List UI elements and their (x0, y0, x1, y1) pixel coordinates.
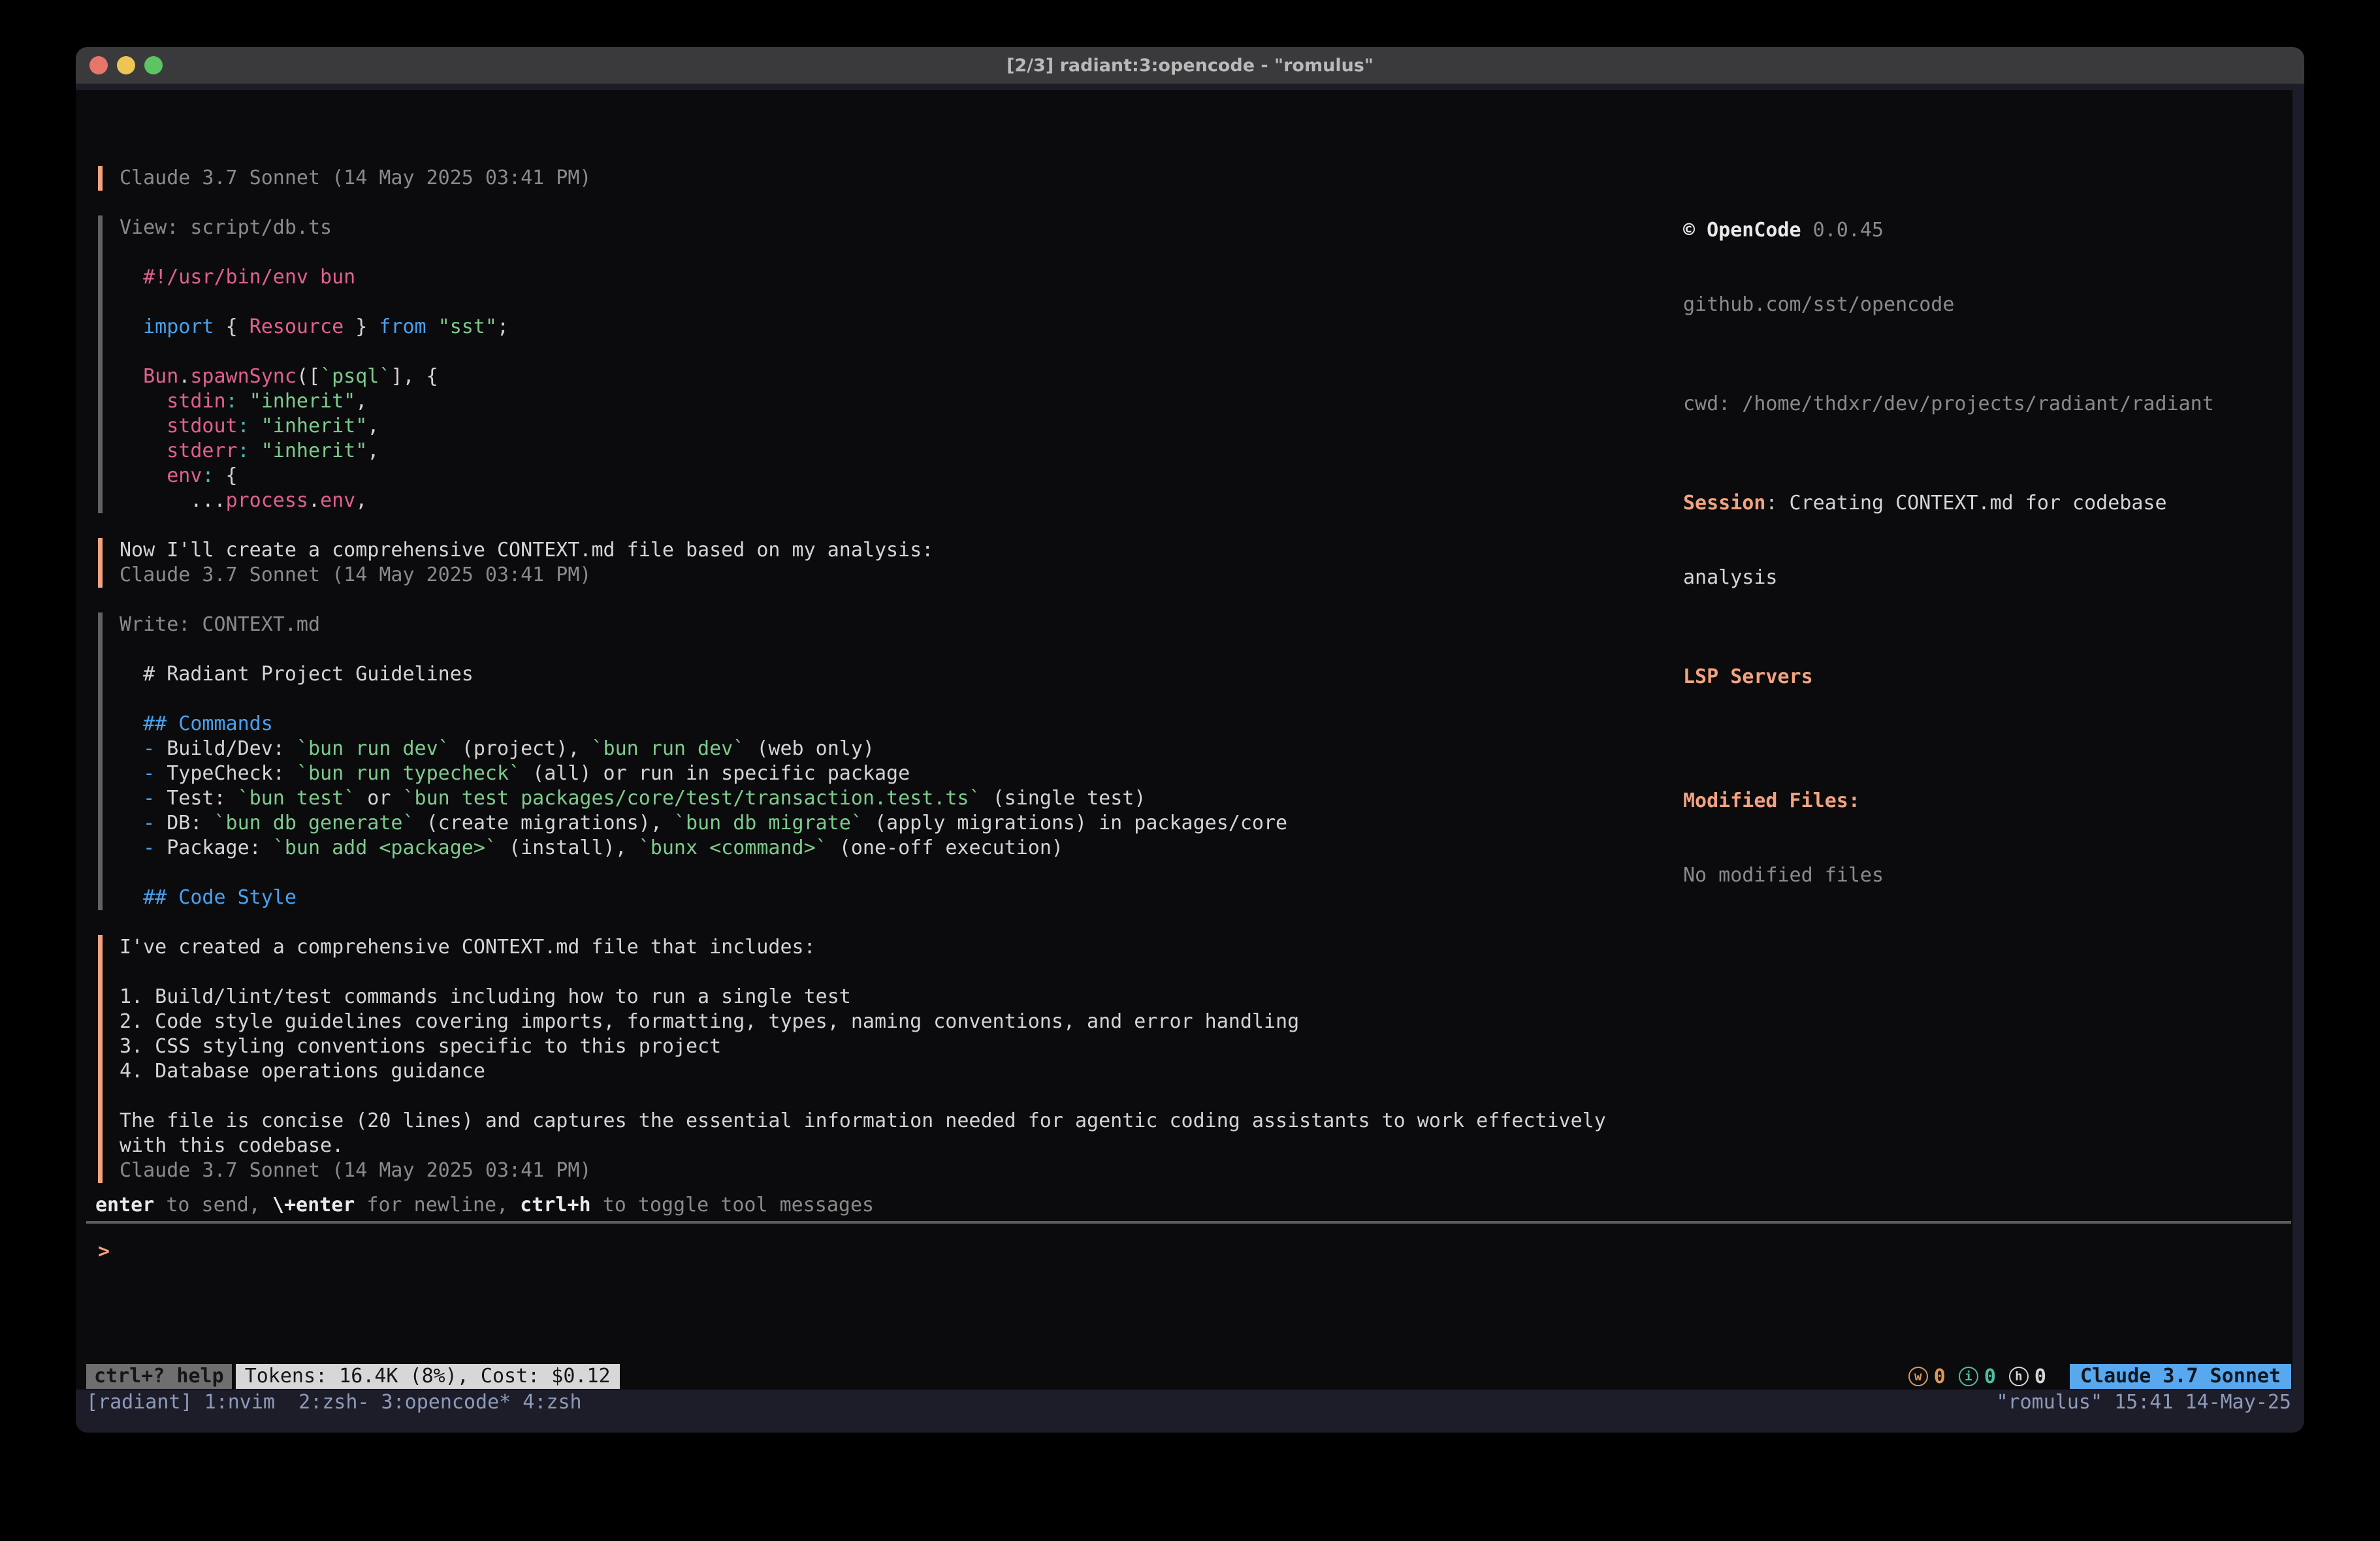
text-line (120, 290, 509, 315)
h-circle-icon: h (2009, 1367, 2029, 1386)
app-brand: © OpenCode 0.0.45 (1683, 218, 2214, 243)
message-lines: Claude 3.7 Sonnet (14 May 2025 03:41 PM) (120, 166, 591, 191)
app-name: © OpenCode (1683, 219, 1801, 242)
message-accent-bar (98, 538, 103, 588)
text-line (120, 687, 1287, 712)
assistant-summary-block: I've created a comprehensive CONTEXT.md … (98, 935, 1606, 1183)
i-circle-icon: i (1959, 1367, 1978, 1386)
tokens-cost-chip: Tokens: 16.4K (8%), Cost: $0.12 (236, 1364, 620, 1389)
text-line (120, 637, 1287, 662)
text-line: I've created a comprehensive CONTEXT.md … (120, 935, 1606, 960)
text-line: - TypeCheck: `bun run typecheck` (all) o… (120, 761, 1287, 786)
text-line: ...process.env, (120, 488, 509, 513)
text-line: 2. Code style guidelines covering import… (120, 1009, 1606, 1034)
text-line: with this codebase. (120, 1134, 1606, 1158)
tmux-status-bar: [radiant] 1:nvim 2:zsh- 3:opencode* 4:zs… (86, 1390, 2291, 1414)
text-line: Claude 3.7 Sonnet (14 May 2025 03:41 PM) (120, 563, 933, 588)
text-line: 4. Database operations guidance (120, 1059, 1606, 1084)
session-title: : Creating CONTEXT.md for codebase (1765, 492, 2166, 515)
counter-value: 0 (1984, 1365, 1996, 1388)
window-title: [2/3] radiant:3:opencode - "romulus" (1006, 56, 1374, 76)
text-line: ## Commands (120, 712, 1287, 737)
assistant-message-block: Now I'll create a comprehensive CONTEXT.… (98, 538, 1606, 588)
tool-lines: Write: CONTEXT.md # Radiant Project Guid… (120, 612, 1287, 910)
text-line: - Build/Dev: `bun run dev` (project), `b… (120, 737, 1287, 761)
status-bar: ctrl+? help Tokens: 16.4K (8%), Cost: $0… (86, 1364, 2291, 1389)
text-line: 1. Build/lint/test commands including ho… (120, 985, 1606, 1009)
prompt-input[interactable]: > (98, 1239, 2253, 1264)
text-line: stdin: "inherit", (120, 389, 509, 414)
text-line: stdout: "inherit", (120, 414, 509, 439)
cwd-line: cwd: /home/thdxr/dev/projects/radiant/ra… (1683, 392, 2214, 417)
keybind-hint: enter to send, \+enter for newline, ctrl… (95, 1193, 874, 1218)
tmux-windows-list[interactable]: [radiant] 1:nvim 2:zsh- 3:opencode* 4:zs… (86, 1391, 582, 1414)
close-button[interactable] (89, 56, 108, 74)
text-line: stderr: "inherit", (120, 439, 509, 464)
message-accent-bar (98, 166, 103, 191)
counter-value: 0 (1934, 1365, 1946, 1388)
help-chip: ctrl+? help (86, 1364, 232, 1389)
text-line (120, 861, 1287, 885)
text-line: - Test: `bun test` or `bun test packages… (120, 786, 1287, 811)
session-label: Session (1683, 492, 1765, 515)
app-version: 0.0.45 (1813, 219, 1884, 242)
tool-lines: View: script/db.ts #!/usr/bin/env bun im… (120, 215, 509, 513)
i-counter: i0 (1959, 1365, 1996, 1388)
text-line: env: { (120, 464, 509, 488)
text-line: - DB: `bun db generate` (create migratio… (120, 811, 1287, 836)
window-titlebar: [2/3] radiant:3:opencode - "romulus" (76, 47, 2304, 84)
message-accent-bar (98, 935, 103, 1183)
model-badge: Claude 3.7 Sonnet (2070, 1364, 2291, 1389)
text-line (120, 960, 1606, 985)
text-line: enter to send, \+enter for newline, ctrl… (95, 1193, 874, 1218)
w-circle-icon: w (1908, 1367, 1928, 1386)
text-line: ## Code Style (120, 885, 1287, 910)
tool-write-block: Write: CONTEXT.md # Radiant Project Guid… (98, 612, 1606, 910)
modified-files-heading: Modified Files: (1683, 789, 2214, 814)
text-line: Write: CONTEXT.md (120, 612, 1287, 637)
text-line (120, 340, 509, 364)
w-counter: w0 (1908, 1365, 1946, 1388)
message-lines: I've created a comprehensive CONTEXT.md … (120, 935, 1606, 1183)
message-lines: Now I'll create a comprehensive CONTEXT.… (120, 538, 933, 588)
text-line: - Package: `bun add <package>` (install)… (120, 836, 1287, 861)
text-line: 3. CSS styling conventions specific to t… (120, 1034, 1606, 1059)
zoom-button[interactable] (144, 56, 163, 74)
text-line: Bun.spawnSync([`psql`], { (120, 364, 509, 389)
text-line: Claude 3.7 Sonnet (14 May 2025 03:41 PM) (120, 166, 591, 191)
text-line: The file is concise (20 lines) and captu… (120, 1109, 1606, 1134)
diagnostic-counters: w0i0h0 (1908, 1365, 2046, 1388)
message-meta-block: Claude 3.7 Sonnet (14 May 2025 03:41 PM) (98, 166, 1606, 191)
tool-view-block: View: script/db.ts #!/usr/bin/env bun im… (98, 215, 1606, 513)
modified-files-empty: No modified files (1683, 863, 2214, 888)
tool-accent-bar (98, 215, 103, 513)
chat-transcript: Claude 3.7 Sonnet (14 May 2025 03:41 PM)… (98, 166, 1606, 1208)
repo-link: github.com/sst/opencode (1683, 293, 2214, 317)
text-line: Claude 3.7 Sonnet (14 May 2025 03:41 PM) (120, 1158, 1606, 1183)
sidebar: © OpenCode 0.0.45 github.com/sst/opencode… (1683, 168, 2214, 938)
text-line: View: script/db.ts (120, 215, 509, 240)
text-line (120, 1084, 1606, 1109)
session-line: Session: Creating CONTEXT.md for codebas… (1683, 491, 2214, 516)
terminal-window: [2/3] radiant:3:opencode - "romulus" Cla… (76, 47, 2304, 1433)
traffic-lights (89, 56, 163, 74)
text-line (120, 240, 509, 265)
h-counter: h0 (2009, 1365, 2046, 1388)
minimize-button[interactable] (117, 56, 135, 74)
lsp-servers-heading: LSP Servers (1683, 665, 2214, 690)
text-line: #!/usr/bin/env bun (120, 265, 509, 290)
tmux-host-clock: "romulus" 15:41 14-May-25 (1996, 1391, 2291, 1414)
text-line: import { Resource } from "sst"; (120, 315, 509, 340)
input-divider (86, 1221, 2291, 1224)
session-title-wrap: analysis (1683, 565, 2214, 590)
text-line: Now I'll create a comprehensive CONTEXT.… (120, 538, 933, 563)
text-line: # Radiant Project Guidelines (120, 662, 1287, 687)
tool-accent-bar (98, 612, 103, 910)
counter-value: 0 (2034, 1365, 2046, 1388)
